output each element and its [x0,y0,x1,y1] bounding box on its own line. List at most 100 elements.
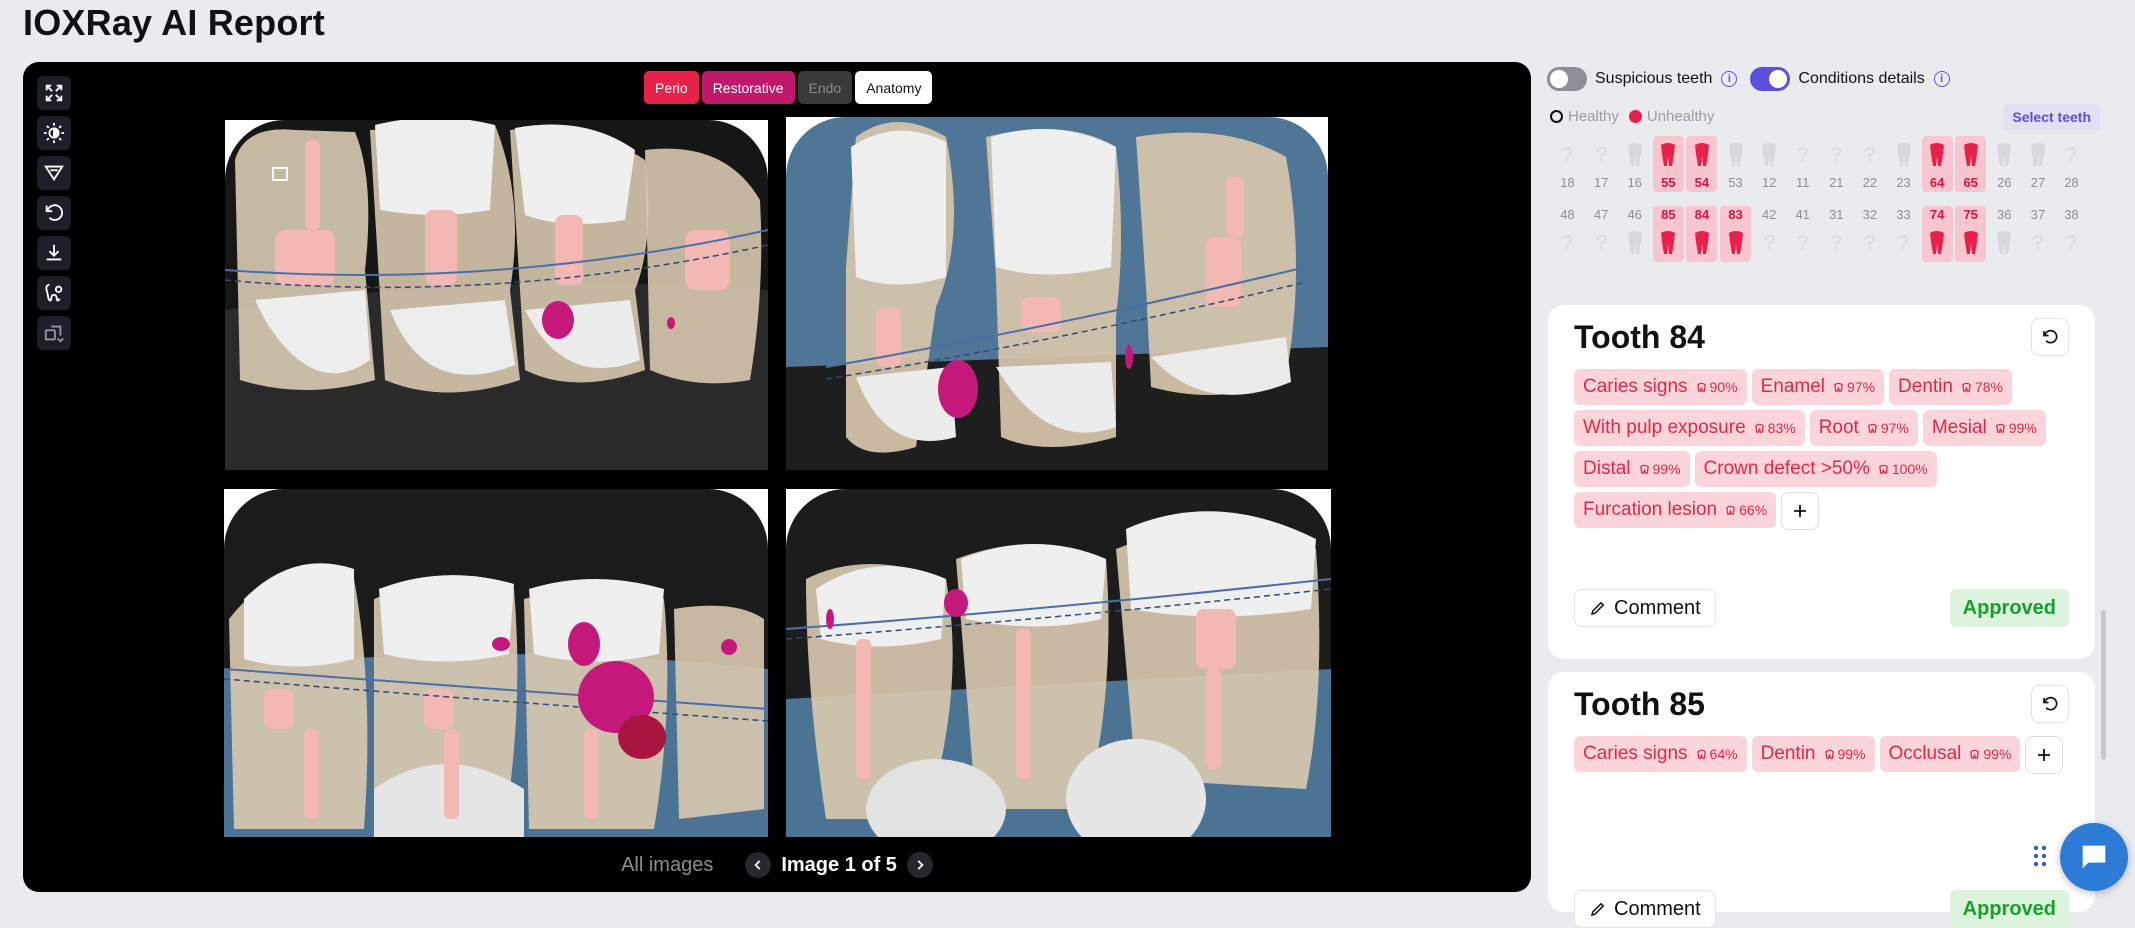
tooth-55[interactable]: 55 [1652,136,1684,192]
info-icon[interactable]: i [1933,71,1950,87]
tooth-37[interactable]: 37? [2022,206,2053,262]
confidence-value: 99% [1652,461,1681,477]
tooth-26[interactable]: 26 [1989,136,2020,192]
tooth-74[interactable]: 74 [1921,206,1953,262]
fullscreen-button[interactable] [37,76,71,110]
tooth-number: 23 [1896,175,1911,190]
tooth-27[interactable]: 27 [2022,136,2053,192]
xray-image-3[interactable] [224,489,768,837]
tooth-16[interactable]: 16 [1619,136,1650,192]
download-button[interactable] [37,236,71,270]
add-condition-button[interactable] [2025,736,2064,774]
filter-endo[interactable]: Endo [797,71,853,104]
panel-toggles: Suspicious teeth i Conditions details i [1547,67,1963,91]
tooth-46[interactable]: 46 [1619,206,1650,262]
prev-image-button[interactable] [745,852,772,878]
xray-image-4[interactable] [786,489,1331,837]
confidence-value: 64% [1709,746,1738,762]
condition-tag[interactable]: Occlusal 99% [1879,736,2021,772]
filter-perio[interactable]: Perio [644,71,699,104]
condition-tag[interactable]: Mesial 99% [1922,410,2046,446]
tooth-18[interactable]: ? 18 [1552,136,1583,192]
tooth-31[interactable]: 31? [1821,206,1852,262]
tooth-38[interactable]: 38? [2056,206,2087,262]
condition-tag[interactable]: Enamel 97% [1751,369,1885,405]
tooth-23[interactable]: 23 [1888,136,1919,192]
chat-button[interactable] [2060,823,2128,891]
healthy-tooth-icon [1625,224,1645,262]
condition-tag[interactable]: Furcation lesion 66% [1574,492,1777,528]
panel-scrollbar[interactable] [2101,610,2106,760]
chat-icon [2082,845,2106,869]
xray-image-2[interactable] [786,117,1328,470]
condition-tag[interactable]: Caries signs 90% [1574,369,1747,405]
comment-button[interactable]: Comment [1574,589,1716,627]
all-images-link[interactable]: All images [621,854,713,877]
add-condition-button[interactable] [1781,492,1820,530]
status-badge[interactable]: Approved [1949,589,2069,627]
tooth-41[interactable]: 41? [1787,206,1818,262]
tooth-33[interactable]: 33? [1888,206,1919,262]
compare-button[interactable] [37,316,71,350]
tooth-48[interactable]: 48? [1552,206,1583,262]
tooth-64[interactable]: 64 [1921,136,1953,192]
tooth-28[interactable]: ? 28 [2056,136,2087,192]
tooth-32[interactable]: 32? [1854,206,1885,262]
confidence-value: 90% [1709,379,1738,395]
tooth-84[interactable]: 84 [1686,206,1718,262]
reset-tooth-button[interactable] [2031,318,2069,356]
xray-image-1[interactable] [225,120,768,470]
drag-handle-icon[interactable] [2032,844,2050,872]
condition-tag[interactable]: Caries signs 64% [1574,736,1747,772]
filter-button[interactable] [37,156,71,190]
unhealthy-tooth-icon [1692,224,1712,262]
tooth-85[interactable]: 85 [1652,206,1684,262]
tooth-12[interactable]: 12 [1754,136,1785,192]
ai-tooth-icon [1995,423,2006,434]
condition-name: Crown defect >50% [1703,458,1870,479]
filter-anatomy[interactable]: Anatomy [855,71,933,104]
tooth-11[interactable]: ? 11 [1787,136,1818,192]
tooth-75[interactable]: 75 [1955,206,1987,262]
reset-tooth-button[interactable] [2031,685,2069,723]
tooth-22[interactable]: ? 22 [1854,136,1885,192]
tooth-42[interactable]: 42? [1754,206,1785,262]
tooth-65[interactable]: 65 [1955,136,1987,192]
status-badge[interactable]: Approved [1949,890,2069,928]
condition-tag[interactable]: Dentin 78% [1889,369,2012,405]
next-image-button[interactable] [906,852,933,878]
ai-tooth-icon [1867,423,1878,434]
select-teeth-button[interactable]: Select teeth [2003,104,2100,130]
tooth-21[interactable]: ? 21 [1821,136,1852,192]
filter-restorative[interactable]: Restorative [701,71,795,104]
condition-tag[interactable]: With pulp exposure 83% [1574,410,1805,446]
tooth-53[interactable]: 53 [1720,136,1751,192]
unknown-tooth-icon: ? [2065,231,2078,254]
brightness-button[interactable] [37,116,71,150]
tooth-number: 16 [1627,175,1642,190]
info-icon[interactable]: i [1721,71,1738,87]
conditions-details-toggle[interactable] [1750,67,1791,91]
suspicious-teeth-toggle[interactable] [1547,67,1587,91]
condition-tag[interactable]: Root 97% [1809,410,1918,446]
undo-button[interactable] [37,196,71,230]
xray-viewer[interactable]: Perio Restorative Endo Anatomy All image… [23,62,1531,892]
tooth-number: 28 [2064,175,2079,190]
condition-tag[interactable]: Dentin 99% [1751,736,1875,772]
comment-button[interactable]: Comment [1574,890,1716,928]
confidence-value: 100% [1891,461,1928,477]
condition-name: Occlusal [1888,743,1962,764]
tooth-83[interactable]: 83 [1720,206,1751,262]
tooth-number: 36 [1997,207,2012,222]
unknown-tooth-icon: ? [1864,143,1876,166]
unhealthy-tooth-icon [1961,136,1981,174]
tooth-47[interactable]: 47? [1586,206,1617,262]
ai-tooth-icon [1696,749,1707,760]
condition-tag[interactable]: Distal 99% [1574,451,1690,487]
condition-tag[interactable]: Crown defect >50% 100% [1694,451,1937,487]
confidence: 97% [1833,379,1875,395]
tooth-36[interactable]: 36 [1989,206,2020,262]
tooth-settings-button[interactable] [37,276,71,310]
tooth-54[interactable]: 54 [1686,136,1718,192]
tooth-17[interactable]: ? 17 [1586,136,1617,192]
